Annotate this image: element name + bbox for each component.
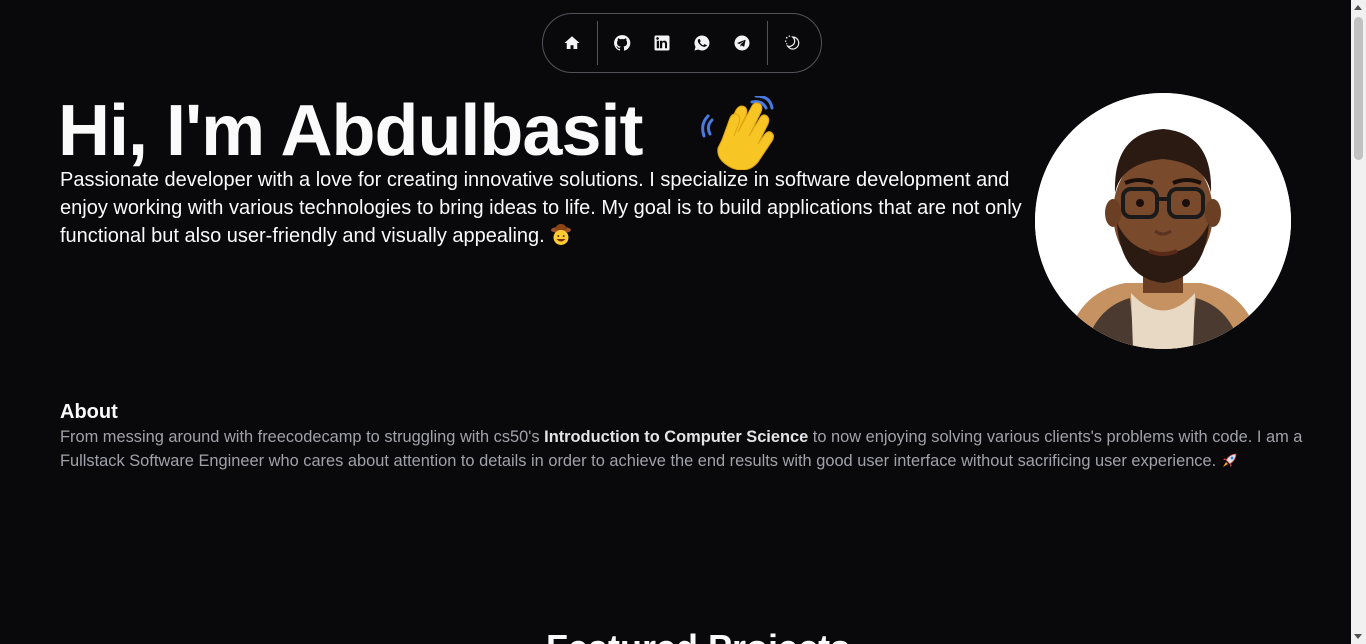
home-icon [564,36,580,49]
whatsapp-link[interactable] [691,30,713,56]
avatar-illustration [1035,93,1291,349]
hero-intro-text: Passionate developer with a love for cre… [60,169,1022,247]
page-scrollbar[interactable] [1351,0,1366,644]
portfolio-page: Hi, I'm Abdulbasit Passionate developer … [0,0,1366,644]
linkedin-link[interactable] [651,30,673,56]
top-nav [542,13,822,73]
github-icon [613,35,631,51]
scroll-up-arrow-icon[interactable] [1354,5,1362,10]
featured-projects-heading: Featured Projects [546,628,850,644]
linkedin-icon [654,35,670,51]
telegram-link[interactable] [731,30,753,56]
about-heading: About [60,401,118,423]
cowboy-face-icon [551,224,572,245]
rocket-icon [1222,453,1237,467]
scrollbar-thumb[interactable] [1354,17,1363,160]
theme-toggle-icon [784,35,800,50]
whatsapp-icon [694,35,710,51]
about-text-part1: From messing around with freecodecamp to… [60,428,545,446]
avatar [1035,93,1291,349]
about-text: From messing around with freecodecamp to… [60,425,1310,473]
telegram-icon [734,35,750,51]
about-text-bold: Introduction to Computer Science [544,428,809,446]
hero-intro: Passionate developer with a love for cre… [60,166,1025,250]
waving-hand-icon [701,96,774,170]
home-link[interactable] [561,30,583,56]
nav-divider [597,21,598,65]
scroll-down-arrow-icon[interactable] [1354,634,1362,639]
theme-toggle-button[interactable] [781,30,803,56]
github-link[interactable] [611,30,633,56]
hero-title: Hi, I'm Abdulbasit [58,91,643,171]
nav-divider [767,21,768,65]
